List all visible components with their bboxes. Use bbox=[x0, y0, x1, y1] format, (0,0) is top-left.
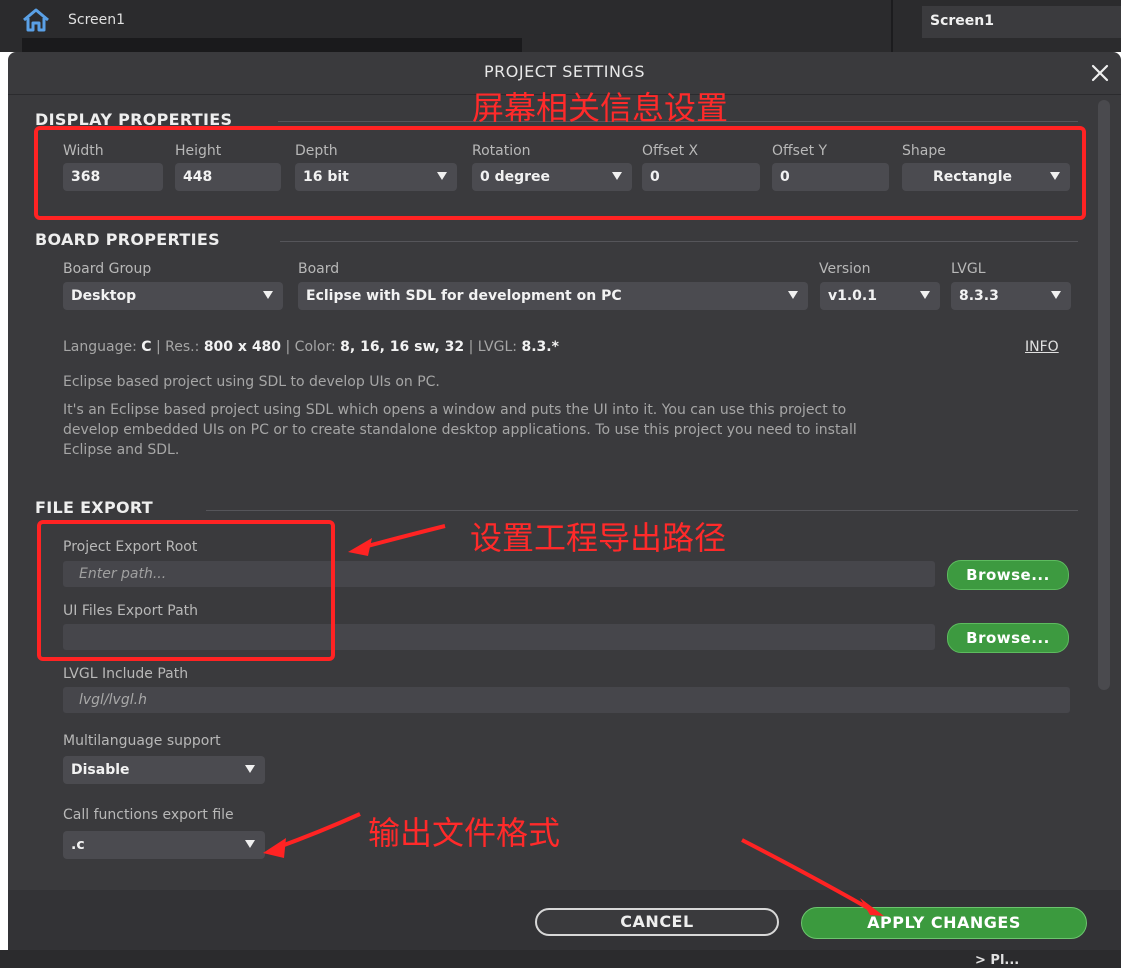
export-path-arrow bbox=[359, 524, 446, 550]
file-format-arrow bbox=[275, 812, 361, 850]
arrowhead-icon bbox=[263, 838, 286, 858]
annotation-arrows bbox=[263, 524, 884, 916]
apply-changes-arrow bbox=[741, 838, 869, 910]
arrowhead-icon bbox=[348, 538, 372, 556]
